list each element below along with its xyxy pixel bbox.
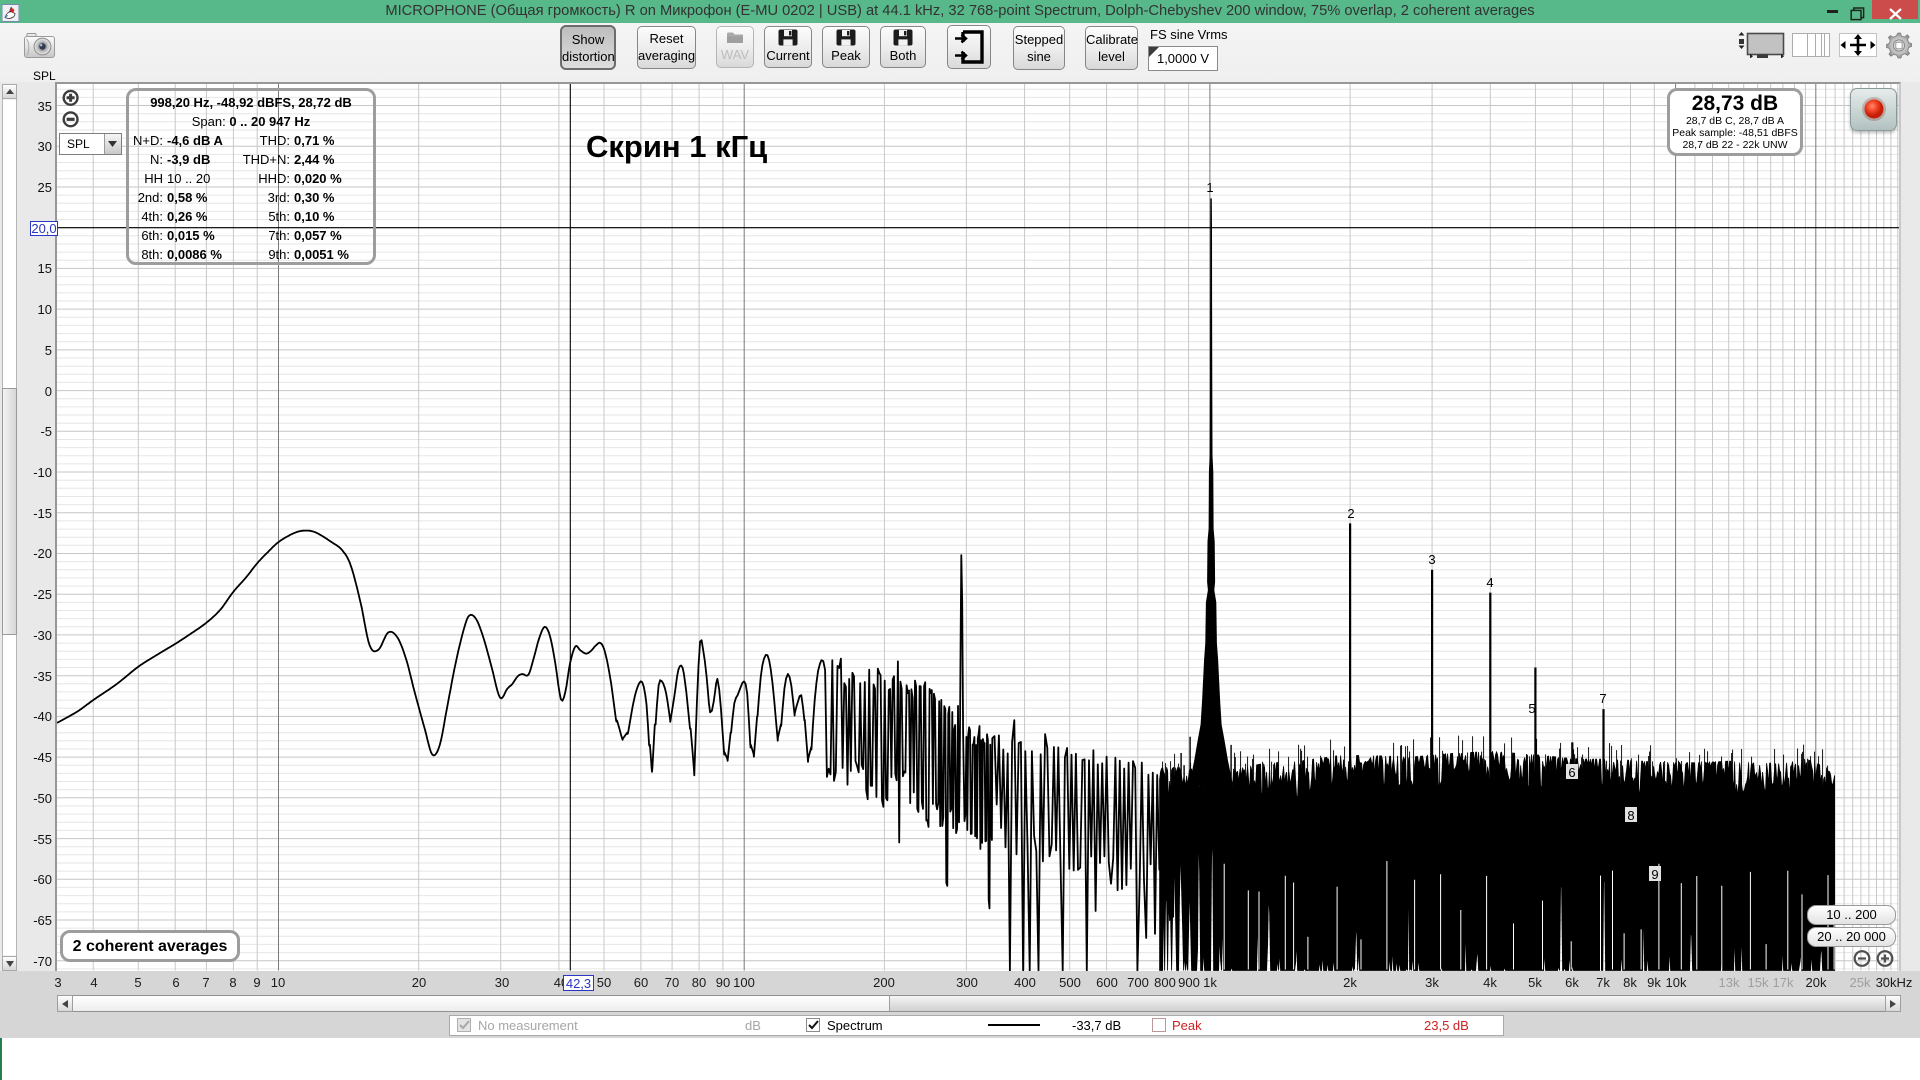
svg-text:3: 3 (1428, 552, 1435, 567)
svg-text:5: 5 (1528, 701, 1535, 716)
svg-text:9: 9 (1651, 867, 1658, 882)
svg-text:7: 7 (1599, 691, 1606, 706)
svg-text:1: 1 (1206, 180, 1213, 195)
svg-text:6: 6 (1568, 765, 1575, 780)
svg-text:8: 8 (1627, 808, 1634, 823)
svg-text:4: 4 (1486, 575, 1493, 590)
svg-text:2: 2 (1347, 506, 1354, 521)
